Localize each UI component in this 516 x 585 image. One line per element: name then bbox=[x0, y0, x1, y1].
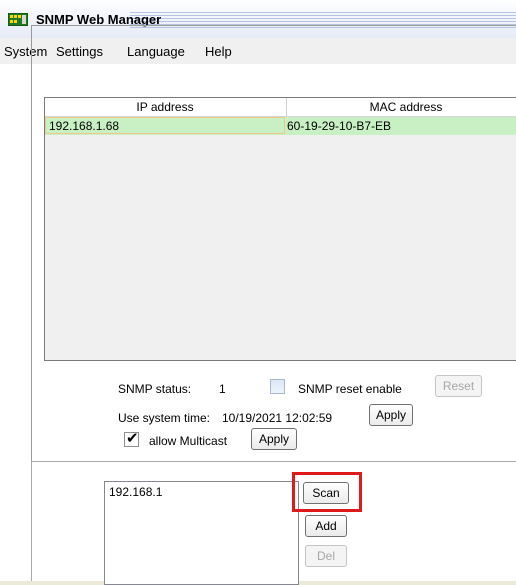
table-header: IP address MAC address bbox=[45, 98, 516, 117]
system-time-label: Use system time: bbox=[118, 411, 211, 425]
highlight-box bbox=[292, 472, 362, 512]
allow-multicast-label: allow Multicast bbox=[149, 434, 228, 448]
section-divider bbox=[31, 461, 516, 462]
cell-ip: 192.168.1.68 bbox=[49, 119, 120, 133]
apply-time-button[interactable]: Apply bbox=[369, 404, 413, 426]
snmp-status-value: 1 bbox=[219, 382, 226, 396]
table-row[interactable]: 192.168.1.68 60-19-29-10-B7-EB bbox=[45, 117, 516, 135]
reset-button[interactable]: Reset bbox=[435, 375, 482, 397]
checkmark-icon: ✔ bbox=[126, 430, 139, 447]
column-mac-address[interactable]: MAC address bbox=[287, 100, 516, 114]
snmp-reset-enable-checkbox[interactable] bbox=[270, 379, 285, 394]
list-item[interactable]: 192.168.1 bbox=[109, 485, 162, 499]
apply-multicast-button[interactable]: Apply bbox=[251, 428, 297, 450]
del-button[interactable]: Del bbox=[305, 545, 347, 567]
scan-group-frame bbox=[31, 462, 32, 581]
app-icon bbox=[7, 12, 29, 27]
snmp-reset-enable-label: SNMP reset enable bbox=[298, 382, 402, 396]
system-time-value: 10/19/2021 12:02:59 bbox=[222, 411, 333, 425]
column-ip-address[interactable]: IP address bbox=[45, 100, 285, 114]
snmp-status-label: SNMP status: bbox=[118, 382, 192, 396]
cell-mac: 60-19-29-10-B7-EB bbox=[287, 119, 392, 133]
device-table[interactable]: IP address MAC address 192.168.1.68 60-1… bbox=[44, 97, 516, 361]
ip-range-list[interactable]: 192.168.1 bbox=[104, 481, 299, 585]
add-button[interactable]: Add bbox=[305, 515, 347, 537]
allow-multicast-checkbox[interactable]: ✔ bbox=[124, 430, 139, 447]
